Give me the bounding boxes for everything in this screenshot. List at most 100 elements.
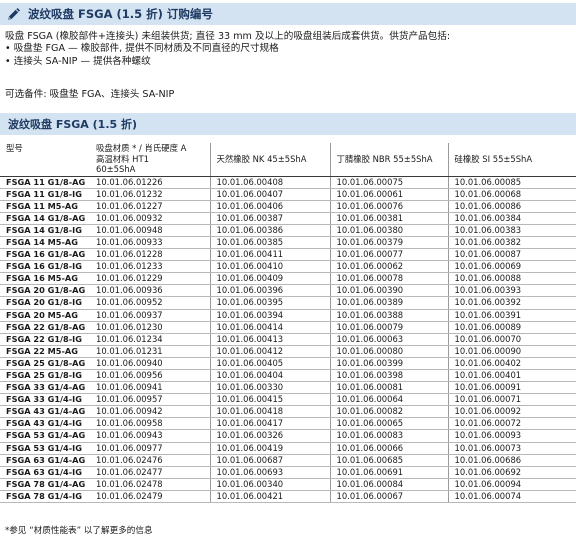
cell-si: 10.01.06.00692 — [447, 466, 576, 479]
cell-nk: 10.01.06.00687 — [209, 454, 330, 467]
table-row: FSGA 14 G1/8-AG 10.01.06.00932 10.01.06.00… — [0, 212, 576, 225]
cell-nk: 10.01.06.00394 — [209, 309, 330, 322]
cell-model: FSGA 11 M5-AG — [0, 200, 90, 213]
table-row: FSGA 63 G1/4-IG 10.01.06.02477 10.01.06.00… — [0, 466, 576, 479]
cell-model: FSGA 43 G1/4-IG — [0, 417, 90, 431]
cell-ht1: 10.01.06.01226 — [90, 176, 210, 189]
cell-ht1: 10.01.06.00956 — [90, 369, 210, 383]
cell-nk: 10.01.06.00330 — [209, 381, 330, 395]
pencil-icon — [0, 3, 28, 25]
intro-text: 吸盘 FSGA (橡胶部件+连接头) 未组装供货; 直径 33 mm 及以上的吸… — [5, 31, 571, 68]
table-row: FSGA 14 G1/8-IG 10.01.06.00948 10.01.06.00… — [0, 224, 576, 237]
material-group-label: 吸盘材质 * / 肖氏硬度 A — [96, 143, 187, 153]
cell-nk: 10.01.06.00415 — [209, 393, 330, 407]
cell-ht1: 10.01.06.01233 — [90, 260, 210, 274]
table-row: FSGA 33 G1/4-AG 10.01.06.00941 10.01.06.00… — [0, 381, 576, 395]
intro-bullet-connector: • 连接头 SA-NIP — 提供各种螺纹 — [5, 55, 151, 67]
cell-ht1: 10.01.06.02478 — [90, 478, 210, 491]
cell-ht1: 10.01.06.00936 — [90, 284, 210, 298]
table-row: FSGA 33 G1/4-IG 10.01.06.00957 10.01.06.00… — [0, 393, 576, 407]
cell-si: 10.01.06.00402 — [447, 357, 576, 371]
table-header-row: 型号 吸盘材质 * / 肖氏硬度 A 高温材料 HT1 60±5ShA 天然橡胶… — [0, 143, 576, 177]
page: 波纹吸盘 FSGA (1.5 折) 订购编号 吸盘 FSGA (橡胶部件+连接头… — [0, 0, 576, 538]
cell-nk: 10.01.06.00385 — [209, 236, 330, 250]
cell-ht1: 10.01.06.00942 — [90, 405, 210, 419]
cell-si: 10.01.06.00089 — [447, 321, 576, 334]
cell-nbr: 10.01.06.00075 — [329, 176, 448, 189]
cell-model: FSGA 25 G1/8-IG — [0, 369, 90, 383]
cell-nk: 10.01.06.00396 — [209, 284, 330, 298]
table-row: FSGA 53 G1/4-AG 10.01.06.00943 10.01.06.00… — [0, 429, 576, 443]
column-header-si: 硅橡胶 SI 55±5ShA — [447, 143, 576, 177]
table-row: FSGA 11 G1/8-IG 10.01.06.01232 10.01.06.00… — [0, 188, 576, 201]
cell-nbr: 10.01.06.00685 — [329, 454, 448, 467]
cell-model: FSGA 43 G1/4-AG — [0, 405, 90, 419]
cell-nbr: 10.01.06.00379 — [329, 236, 448, 250]
cell-nbr: 10.01.06.00081 — [329, 381, 448, 395]
cell-si: 10.01.06.00391 — [447, 309, 576, 322]
table-row: FSGA 11 M5-AG 10.01.06.01227 10.01.06.0040… — [0, 200, 576, 213]
cell-nbr: 10.01.06.00062 — [329, 260, 448, 274]
cell-ht1: 10.01.06.00948 — [90, 224, 210, 237]
table-row: FSGA 25 G1/8-IG 10.01.06.00956 10.01.06.00… — [0, 369, 576, 383]
cell-ht1: 10.01.06.00958 — [90, 417, 210, 431]
column-header-nk-spacer — [217, 164, 330, 175]
cell-ht1: 10.01.06.02476 — [90, 454, 210, 467]
cell-model: FSGA 20 G1/8-AG — [0, 284, 90, 298]
table-row: FSGA 20 M5-AG 10.01.06.00937 10.01.06.0039… — [0, 309, 576, 322]
column-header-nbr: 丁腈橡胶 NBR 55±5ShA — [329, 143, 448, 177]
cell-ht1: 10.01.06.01231 — [90, 345, 210, 358]
cell-ht1: 10.01.06.00937 — [90, 309, 210, 322]
cell-nk: 10.01.06.00340 — [209, 478, 330, 491]
footnote: *参见 “材质性能表” 以了解更多的信息 — [5, 526, 153, 536]
cell-nbr: 10.01.06.00083 — [329, 429, 448, 443]
cell-si: 10.01.06.00686 — [447, 454, 576, 467]
table-row: FSGA 22 G1/8-AG 10.01.06.01230 10.01.06.00… — [0, 321, 576, 334]
cell-nk: 10.01.06.00386 — [209, 224, 330, 237]
cell-si: 10.01.06.00071 — [447, 393, 576, 407]
cell-si: 10.01.06.00087 — [447, 248, 576, 262]
title-bar: 波纹吸盘 FSGA (1.5 折) 订购编号 — [0, 3, 576, 25]
cell-model: FSGA 33 G1/4-AG — [0, 381, 90, 395]
cell-nbr: 10.01.06.00388 — [329, 309, 448, 322]
cell-model: FSGA 33 G1/4-IG — [0, 393, 90, 407]
cell-ht1: 10.01.06.00941 — [90, 381, 210, 395]
cell-nbr: 10.01.06.00076 — [329, 200, 448, 213]
intro-bullet-pad: • 吸盘垫 FGA — 橡胶部件, 提供不同材质及不同直径的尺寸规格 — [5, 43, 279, 55]
cell-nbr: 10.01.06.00061 — [329, 188, 448, 201]
cell-si: 10.01.06.00085 — [447, 176, 576, 189]
table-row: FSGA 16 G1/8-IG 10.01.06.01233 10.01.06.00… — [0, 260, 576, 274]
table-row: FSGA 14 M5-AG 10.01.06.00933 10.01.06.0038… — [0, 236, 576, 250]
cell-model: FSGA 53 G1/4-AG — [0, 429, 90, 443]
cell-model: FSGA 14 M5-AG — [0, 236, 90, 250]
cell-model: FSGA 22 G1/8-IG — [0, 333, 90, 346]
cell-model: FSGA 20 M5-AG — [0, 309, 90, 322]
cell-model: FSGA 16 G1/8-IG — [0, 260, 90, 274]
column-header-nk-label: 天然橡胶 NK 45±5ShA — [216, 153, 307, 164]
table-body: FSGA 11 G1/8-AG 10.01.06.01226 10.01.06.00… — [0, 176, 576, 504]
cell-si: 10.01.06.00088 — [447, 272, 576, 286]
order-number-table: 型号 吸盘材质 * / 肖氏硬度 A 高温材料 HT1 60±5ShA 天然橡胶… — [0, 143, 576, 504]
cell-model: FSGA 22 G1/8-AG — [0, 321, 90, 334]
cell-nk: 10.01.06.00404 — [209, 369, 330, 383]
cell-nk: 10.01.06.00412 — [209, 345, 330, 358]
cell-model: FSGA 78 G1/4-AG — [0, 478, 90, 491]
cell-ht1: 10.01.06.00933 — [90, 236, 210, 250]
optional-parts-text: 可选备件: 吸盘垫 FGA、连接头 SA-NIP — [5, 89, 175, 100]
cell-ht1: 10.01.06.01227 — [90, 200, 210, 213]
cell-nbr: 10.01.06.00077 — [329, 248, 448, 262]
cell-si: 10.01.06.00092 — [447, 405, 576, 419]
cell-model: FSGA 63 G1/4-AG — [0, 454, 90, 467]
cell-model: FSGA 16 G1/8-AG — [0, 248, 90, 262]
cell-model: FSGA 78 G1/4-IG — [0, 490, 90, 504]
cell-model: FSGA 11 G1/8-IG — [0, 188, 90, 201]
cell-nk: 10.01.06.00395 — [209, 296, 330, 310]
cell-nbr: 10.01.06.00389 — [329, 296, 448, 310]
cell-model: FSGA 16 M5-AG — [0, 272, 90, 286]
cell-ht1: 10.01.06.01228 — [90, 248, 210, 262]
cell-ht1: 10.01.06.00932 — [90, 212, 210, 225]
cell-ht1: 10.01.06.00977 — [90, 442, 210, 455]
cell-model: FSGA 53 G1/4-IG — [0, 442, 90, 455]
column-header-model: 型号 — [0, 143, 90, 177]
cell-model: FSGA 14 G1/8-AG — [0, 212, 90, 225]
